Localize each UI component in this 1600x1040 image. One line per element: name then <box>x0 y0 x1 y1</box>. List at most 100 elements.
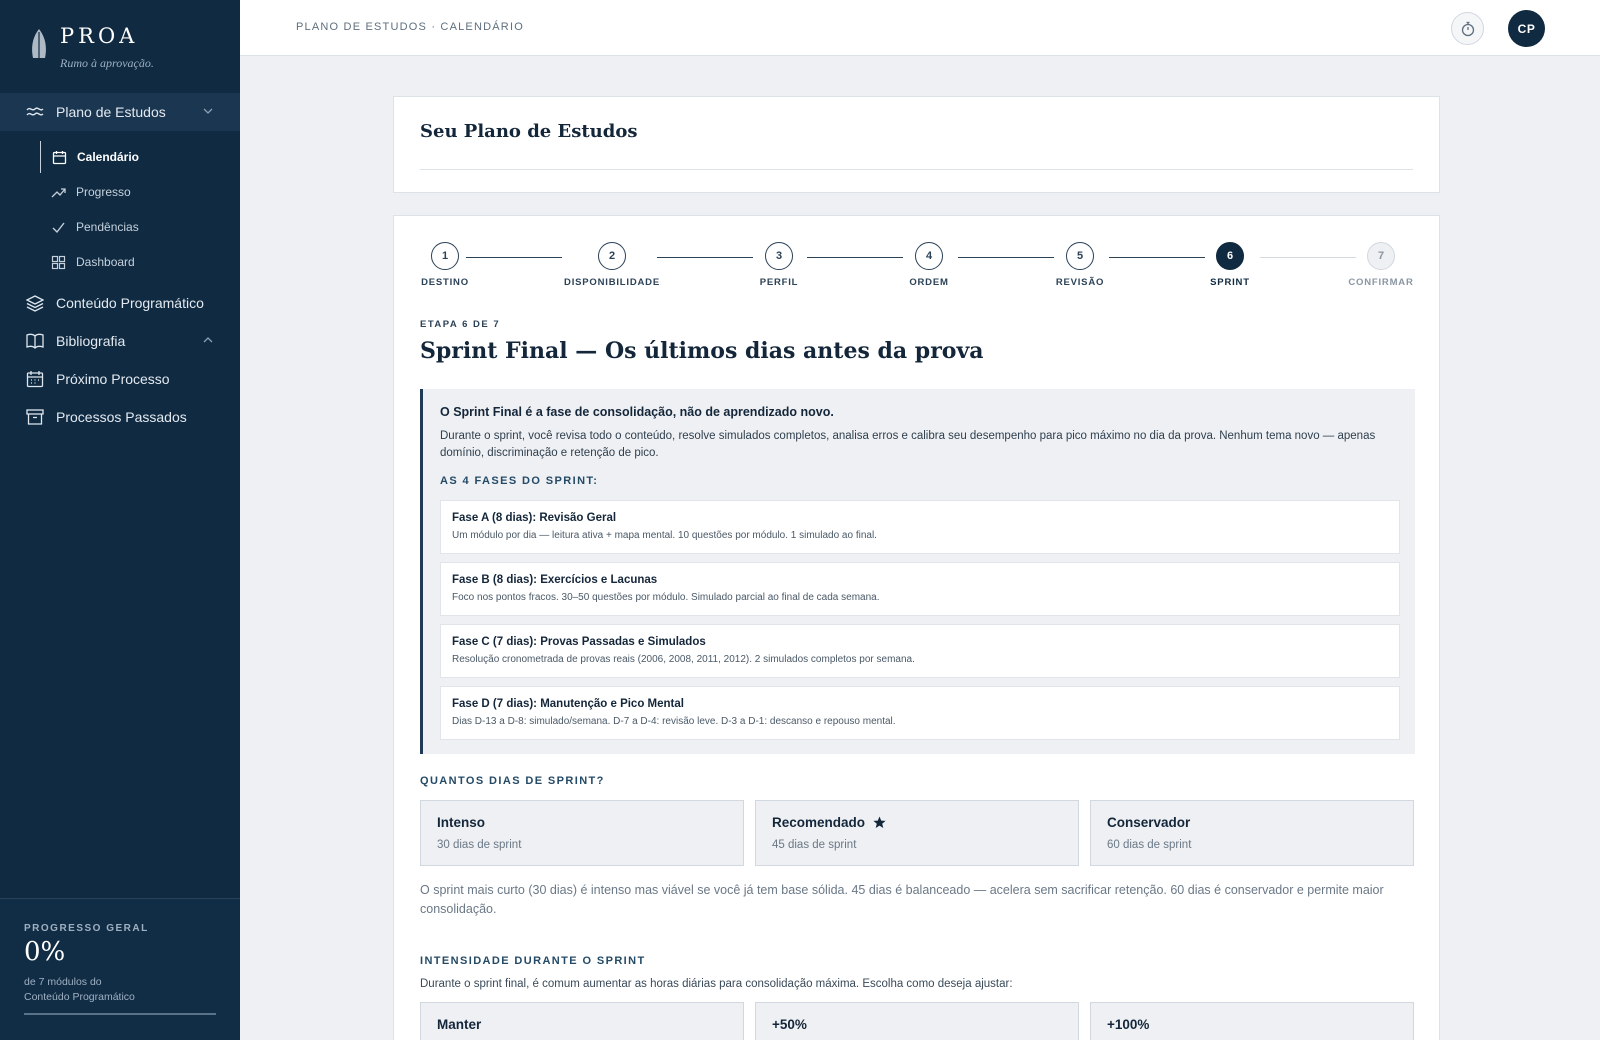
step-number: 4 <box>915 242 943 270</box>
overall-progress-panel: PROGRESSO GERAL 0% de 7 módulos do Conte… <box>0 898 240 1040</box>
phase-title: Fase B (8 dias): Exercícios e Lacunas <box>452 574 658 586</box>
timer-button[interactable] <box>1451 12 1484 45</box>
sidebar-subitem-label: Calendário <box>77 150 140 164</box>
phases-heading: AS 4 FASES DO SPRINT: <box>440 475 599 487</box>
chevron-up-icon[interactable] <box>202 334 214 346</box>
sidebar: PROA Rumo à aprovação. Plano de Estudos … <box>0 0 240 1040</box>
step-label: REVISÃO <box>1055 277 1105 288</box>
option-title-row: Recomendado <box>772 815 886 830</box>
intensity-option-manter[interactable]: Manter <box>420 1002 744 1040</box>
calendar-icon <box>52 150 67 165</box>
step-sprint[interactable]: 6 SPRINT <box>1180 242 1280 288</box>
sprint-days-label: QUANTOS DIAS DE SPRINT? <box>420 775 605 787</box>
intensity-option-plus-50[interactable]: +50% <box>755 1002 1079 1040</box>
option-title: +50% <box>772 1017 807 1032</box>
step-confirmar[interactable]: 7 CONFIRMAR <box>1331 242 1431 288</box>
progress-caption-line2: Conteúdo Programático <box>24 991 135 1003</box>
sprint-days-explanation: O sprint mais curto (30 dias) é intenso … <box>420 883 1384 916</box>
waves-icon <box>26 103 44 121</box>
step-ordem[interactable]: 4 ORDEM <box>879 242 979 288</box>
step-title: Sprint Final — Os últimos dias antes da … <box>420 338 984 364</box>
option-title: Conservador <box>1107 815 1191 830</box>
step-disponibilidade[interactable]: 2 DISPONIBILIDADE <box>562 242 662 288</box>
option-title: +100% <box>1107 1017 1150 1032</box>
sidebar-subitem-calendario[interactable]: Calendário <box>40 141 240 173</box>
sidebar-item-proximo-processo[interactable]: Próximo Processo <box>0 360 240 398</box>
sprint-option-conservador[interactable]: Conservador 60 dias de sprint <box>1090 800 1414 866</box>
step-label: DESTINO <box>421 277 469 288</box>
phase-title: Fase A (8 dias): Revisão Geral <box>452 512 617 524</box>
progress-caption-line1: de 7 módulos do <box>24 976 102 988</box>
check-icon <box>51 220 66 235</box>
step-number: 2 <box>598 242 626 270</box>
sidebar-item-label: Plano de Estudos <box>56 104 166 120</box>
wizard-card: 1 DESTINO 2 DISPONIBILIDADE 3 PERFIL 4 O… <box>393 215 1440 1040</box>
phase-title: Fase D (7 dias): Manutenção e Pico Menta… <box>452 698 684 710</box>
book-icon <box>26 332 44 350</box>
phase-description: Foco nos pontos fracos. 30–50 questões p… <box>452 592 880 603</box>
step-number: 5 <box>1066 242 1094 270</box>
sprint-info-box: O Sprint Final é a fase de consolidação,… <box>420 389 1415 754</box>
phase-description: Um módulo por dia — leitura ativa + mapa… <box>452 530 877 541</box>
intensity-description: Durante o sprint final, é comum aumentar… <box>420 978 1013 990</box>
step-number: 3 <box>765 242 793 270</box>
sidebar-subitem-label: Dashboard <box>76 255 135 269</box>
step-label: ORDEM <box>909 277 949 288</box>
sidebar-subitem-progresso[interactable]: Progresso <box>40 176 240 208</box>
option-subtitle: 45 dias de sprint <box>772 839 857 851</box>
progress-bar <box>24 1013 216 1015</box>
info-body: Durante o sprint, você revisa todo o con… <box>440 430 1376 459</box>
sidebar-item-label: Bibliografia <box>56 333 126 349</box>
avatar[interactable]: CP <box>1508 10 1545 47</box>
trend-up-icon <box>51 185 66 200</box>
step-number: 1 <box>431 242 459 270</box>
phase-title: Fase C (7 dias): Provas Passadas e Simul… <box>452 636 706 648</box>
sidebar-subitem-pendencias[interactable]: Pendências <box>40 211 240 243</box>
sidebar-item-conteudo-programatico[interactable]: Conteúdo Programático <box>0 284 240 322</box>
leaf-logo-icon <box>32 29 46 58</box>
stepper: 1 DESTINO 2 DISPONIBILIDADE 3 PERFIL 4 O… <box>394 242 1439 292</box>
grid-icon <box>51 255 66 270</box>
sidebar-item-bibliografia[interactable]: Bibliografia <box>0 322 240 360</box>
phase-card: Fase B (8 dias): Exercícios e Lacunas Fo… <box>440 562 1400 616</box>
page-title-card: Seu Plano de Estudos <box>393 96 1440 193</box>
step-label: DISPONIBILIDADE <box>564 277 660 288</box>
intensity-label: INTENSIDADE DURANTE O SPRINT <box>420 955 646 967</box>
stopwatch-icon <box>1461 21 1474 36</box>
progress-caption: de 7 módulos do Conteúdo Programático <box>24 975 214 1005</box>
step-label: PERFIL <box>759 277 799 288</box>
brand-tagline: Rumo à aprovação. <box>60 56 154 70</box>
sidebar-subitem-dashboard[interactable]: Dashboard <box>40 246 240 278</box>
chevron-down-icon[interactable] <box>202 105 214 117</box>
top-bar: PLANO DE ESTUDOS · CALENDÁRIO CP <box>240 0 1600 56</box>
calendar-icon <box>26 370 44 388</box>
phase-card: Fase A (8 dias): Revisão Geral Um módulo… <box>440 500 1400 554</box>
sidebar-subitem-label: Progresso <box>76 185 131 199</box>
sidebar-item-plano-de-estudos[interactable]: Plano de Estudos <box>0 93 240 131</box>
step-perfil[interactable]: 3 PERFIL <box>729 242 829 288</box>
sidebar-item-label: Próximo Processo <box>56 371 170 387</box>
sidebar-item-label: Processos Passados <box>56 409 187 425</box>
option-title: Manter <box>437 1017 482 1032</box>
layers-icon <box>26 294 44 312</box>
sprint-option-recomendado[interactable]: Recomendado 45 dias de sprint <box>755 800 1079 866</box>
phase-card: Fase D (7 dias): Manutenção e Pico Menta… <box>440 686 1400 740</box>
info-lead: O Sprint Final é a fase de consolidação,… <box>440 405 834 419</box>
step-number: 6 <box>1216 242 1244 270</box>
step-revisao[interactable]: 5 REVISÃO <box>1030 242 1130 288</box>
step-destino[interactable]: 1 DESTINO <box>395 242 495 288</box>
option-title: Intenso <box>437 815 486 830</box>
step-label: SPRINT <box>1210 277 1250 288</box>
page-title: Seu Plano de Estudos <box>420 121 638 142</box>
progress-value: 0% <box>24 937 66 967</box>
star-icon <box>873 816 886 829</box>
progress-label: PROGRESSO GERAL <box>24 923 149 934</box>
step-number: 7 <box>1367 242 1395 270</box>
brand-name: PROA <box>60 24 139 48</box>
intensity-option-plus-100[interactable]: +100% <box>1090 1002 1414 1040</box>
phase-description: Dias D-13 a D-8: simulado/semana. D-7 a … <box>452 716 896 727</box>
option-subtitle: 30 dias de sprint <box>437 839 522 851</box>
sprint-option-intenso[interactable]: Intenso 30 dias de sprint <box>420 800 744 866</box>
breadcrumb: PLANO DE ESTUDOS · CALENDÁRIO <box>296 21 524 33</box>
sidebar-item-processos-passados[interactable]: Processos Passados <box>0 398 240 436</box>
